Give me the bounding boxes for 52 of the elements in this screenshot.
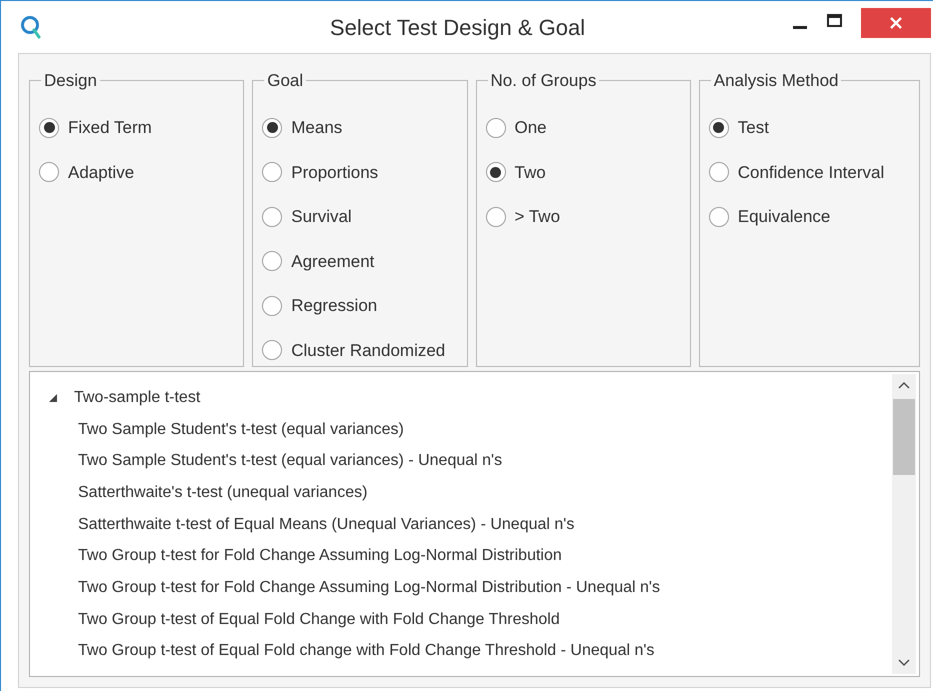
tree-item[interactable]: Two Group t-test for Fold Change Assuming Log-Normal Distribution - Unequal n's xyxy=(78,576,660,600)
radio-button[interactable] xyxy=(39,118,59,138)
option-label: Fixed Term xyxy=(68,117,152,139)
radio-button[interactable] xyxy=(708,118,729,138)
scroll-thumb[interactable] xyxy=(893,399,915,475)
tree-item[interactable]: Two Sample Student's t-test (equal variances) xyxy=(78,418,404,442)
option-label: Means xyxy=(291,117,342,139)
option-label: One xyxy=(514,117,547,139)
group-title: No. of Groups xyxy=(490,70,598,92)
group-title: Analysis Method xyxy=(712,70,840,92)
option-label: Two xyxy=(514,162,546,184)
radio-button[interactable] xyxy=(486,118,506,138)
radio-button[interactable] xyxy=(262,206,282,227)
scroll-up-icon[interactable] xyxy=(898,381,910,389)
tree-item[interactable]: Two Sample Student's t-test (equal variances) - Unequal n's xyxy=(78,449,502,474)
option-label: Regression xyxy=(291,295,378,317)
option-label: Survival xyxy=(291,206,352,228)
radio-button[interactable] xyxy=(708,206,729,227)
radio-button[interactable] xyxy=(262,118,282,138)
tree-item[interactable]: Satterthwaite's t-test (unequal variances) xyxy=(78,480,368,505)
radio-button[interactable] xyxy=(486,162,506,182)
collapse-triangle-icon[interactable] xyxy=(48,392,58,403)
radio-button[interactable] xyxy=(708,162,729,182)
option-label: Test xyxy=(738,117,769,139)
radio-button[interactable] xyxy=(262,162,282,182)
option-label: Cluster Randomized xyxy=(291,340,446,362)
maximize-icon[interactable] xyxy=(826,14,842,26)
option-label: Proportions xyxy=(291,162,378,184)
tree-item[interactable]: Two Group t-test of Equal Fold Change with Fold Change Threshold xyxy=(78,608,560,632)
app-logo-icon xyxy=(20,14,42,40)
scrollbar[interactable] xyxy=(892,374,916,674)
radio-button[interactable] xyxy=(486,206,506,227)
close-button[interactable] xyxy=(861,8,931,38)
window-title: Select Test Design & Goal xyxy=(328,14,586,42)
option-label: > Two xyxy=(514,206,560,228)
radio-button[interactable] xyxy=(39,162,59,182)
option-label: Equivalence xyxy=(738,206,830,228)
scroll-down-icon[interactable] xyxy=(898,659,910,667)
option-label: Adaptive xyxy=(68,162,134,184)
tree-item[interactable]: Satterthwaite t-test of Equal Means (Unequal Variances) - Unequal n's xyxy=(78,512,574,537)
option-label: Confidence Interval xyxy=(738,162,884,184)
group-title: Goal xyxy=(266,70,304,92)
tree-item[interactable]: Two-sample t-test xyxy=(74,386,200,410)
close-icon[interactable] xyxy=(889,16,903,30)
tree-item[interactable]: Two Group t-test of Equal Fold change with Fold Change Threshold - Unequal n's xyxy=(78,639,654,664)
group-title: Design xyxy=(43,70,98,92)
option-label: Agreement xyxy=(291,250,374,272)
minimize-icon[interactable] xyxy=(793,26,807,28)
radio-button[interactable] xyxy=(262,340,282,360)
radio-button[interactable] xyxy=(262,251,282,272)
tree-item[interactable]: Two Group t-test for Fold Change Assuming Log-Normal Distribution xyxy=(78,544,562,568)
radio-button[interactable] xyxy=(262,296,282,316)
